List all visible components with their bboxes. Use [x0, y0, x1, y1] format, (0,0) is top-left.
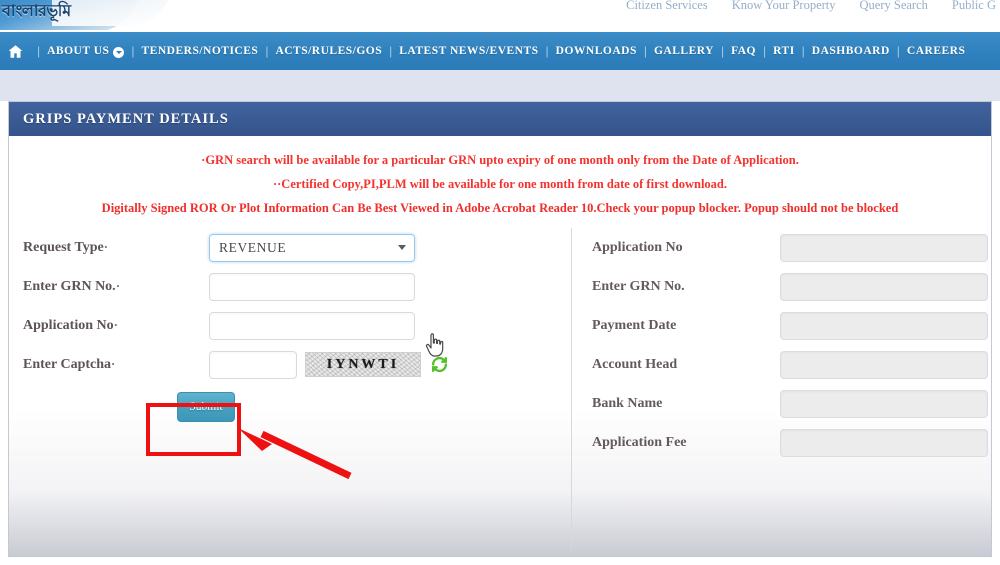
field-row-result-application-no: Application No	[572, 228, 993, 267]
page-root: বাংলারভূমি Citizen Services Know Your Pr…	[0, 0, 1000, 565]
label-grn-no-text: Enter GRN No.	[23, 279, 116, 294]
notice-line-2: ··Certified Copy,PI,PLM will be availabl…	[272, 177, 728, 191]
label-grn-no: Enter GRN No.·	[23, 278, 209, 295]
label-request-type-text: Request Type	[23, 240, 104, 255]
captcha-input[interactable]	[209, 350, 297, 379]
nav-item-latest-news-events[interactable]: LATEST NEWS/EVENTS	[399, 45, 538, 57]
result-application-no-field[interactable]	[780, 233, 988, 262]
main-navigation: | ABOUT US | TENDERS/NOTICES | ACTS/RULE…	[0, 32, 1000, 70]
label-result-application-fee: Application Fee	[592, 434, 687, 450]
utility-link-know-your-property[interactable]: Know Your Property	[732, 0, 836, 13]
field-row-grn-no: Enter GRN No.·	[9, 267, 571, 306]
nav-separator: |	[801, 44, 805, 58]
notice-line-1: ·GRN search will be available for a part…	[201, 153, 799, 167]
utility-link-query-search[interactable]: Query Search	[860, 0, 928, 13]
label-result-bank-name: Bank Name	[592, 395, 663, 411]
label-request-type: Request Type·	[23, 239, 209, 256]
field-row-result-payment-date: Payment Date	[572, 306, 993, 345]
required-marker: ·	[115, 278, 121, 293]
nav-separator: |	[643, 44, 647, 58]
label-result-payment-date: Payment Date	[592, 317, 677, 333]
request-type-select[interactable]: REVENUE	[209, 233, 415, 262]
submit-row: Submit	[9, 392, 571, 422]
field-row-result-grn-no: Enter GRN No.	[572, 267, 993, 306]
nav-item-gallery[interactable]: GALLERY	[654, 45, 714, 57]
utility-links: Citizen Services Know Your Property Quer…	[626, 0, 996, 13]
notice-line-3: Digitally Signed ROR Or Plot Information…	[101, 201, 899, 215]
label-captcha: Enter Captcha·	[23, 356, 209, 373]
nav-separator: |	[37, 44, 41, 58]
required-marker: ·	[111, 356, 116, 371]
nav-separator: |	[896, 44, 900, 58]
field-row-request-type: Request Type· REVENUE	[9, 228, 571, 267]
result-account-head-field[interactable]	[780, 350, 988, 379]
notice-block: ·GRN search will be available for a part…	[9, 140, 991, 224]
refresh-icon[interactable]	[430, 355, 449, 374]
grips-payment-panel: GRIPS PAYMENT DETAILS ·GRN search will b…	[8, 101, 992, 557]
form-body: Request Type· REVENUE Enter GRN No.· App…	[9, 228, 991, 556]
payment-details-column: Application No Enter GRN No. Payment Dat…	[572, 228, 993, 462]
nav-separator: |	[265, 44, 269, 58]
panel-header: GRIPS PAYMENT DETAILS	[9, 102, 991, 136]
nav-separator: |	[131, 44, 135, 58]
nav-item-tenders-notices[interactable]: TENDERS/NOTICES	[142, 45, 259, 57]
nav-item-faq[interactable]: FAQ	[731, 45, 756, 57]
label-application-no-text: Application No	[23, 318, 114, 333]
nav-item-acts-rules-gos[interactable]: ACTS/RULES/GOS	[275, 45, 382, 57]
result-payment-date-field[interactable]	[780, 311, 988, 340]
field-row-application-no: Application No·	[9, 306, 571, 345]
label-captcha-text: Enter Captcha	[23, 357, 112, 372]
application-no-input[interactable]	[209, 311, 415, 340]
site-logo-text: বাংলারভূমি	[2, 3, 71, 20]
top-strip: বাংলারভূমি Citizen Services Know Your Pr…	[0, 0, 1000, 30]
utility-link-public-grievance[interactable]: Public G	[952, 0, 996, 13]
submit-button[interactable]: Submit	[177, 392, 235, 422]
nav-separator: |	[389, 44, 393, 58]
nav-item-careers[interactable]: CAREERS	[907, 45, 965, 57]
grn-no-input[interactable]	[209, 272, 415, 301]
required-marker: ·	[103, 239, 109, 254]
page-title: GRIPS PAYMENT DETAILS	[23, 110, 229, 127]
request-type-select-wrap: REVENUE	[209, 233, 415, 262]
field-row-result-bank-name: Bank Name	[572, 384, 993, 423]
field-row-captcha: Enter Captcha· IYNWTI	[9, 345, 571, 384]
captcha-image-text: IYNWTI	[326, 356, 400, 372]
result-grn-no-field[interactable]	[780, 272, 988, 301]
request-form-column: Request Type· REVENUE Enter GRN No.· App…	[9, 228, 571, 422]
label-result-account-head: Account Head	[592, 356, 678, 372]
nav-item-rti[interactable]: RTI	[773, 45, 795, 57]
result-application-fee-field[interactable]	[780, 428, 988, 457]
utility-link-citizen-services[interactable]: Citizen Services	[626, 0, 708, 13]
field-row-result-account-head: Account Head	[572, 345, 993, 384]
chevron-down-icon	[113, 46, 125, 58]
home-icon[interactable]	[4, 40, 26, 62]
nav-separator: |	[720, 44, 725, 58]
nav-item-about-us[interactable]: ABOUT US	[47, 45, 125, 58]
nav-item-dashboard[interactable]: DASHBOARD	[812, 45, 890, 57]
nav-item-downloads[interactable]: DOWNLOADS	[556, 45, 637, 57]
nav-label-about-us: ABOUT US	[47, 45, 110, 57]
nav-separator: |	[763, 44, 767, 58]
label-result-grn-no: Enter GRN No.	[592, 278, 685, 294]
result-bank-name-field[interactable]	[780, 389, 988, 418]
label-result-application-no: Application No	[592, 239, 683, 255]
field-row-result-application-fee: Application Fee	[572, 423, 993, 462]
label-application-no: Application No·	[23, 317, 209, 334]
required-marker: ·	[113, 317, 118, 332]
page-background-band	[0, 70, 1000, 101]
nav-separator: |	[545, 44, 549, 58]
captcha-image: IYNWTI	[305, 352, 421, 377]
